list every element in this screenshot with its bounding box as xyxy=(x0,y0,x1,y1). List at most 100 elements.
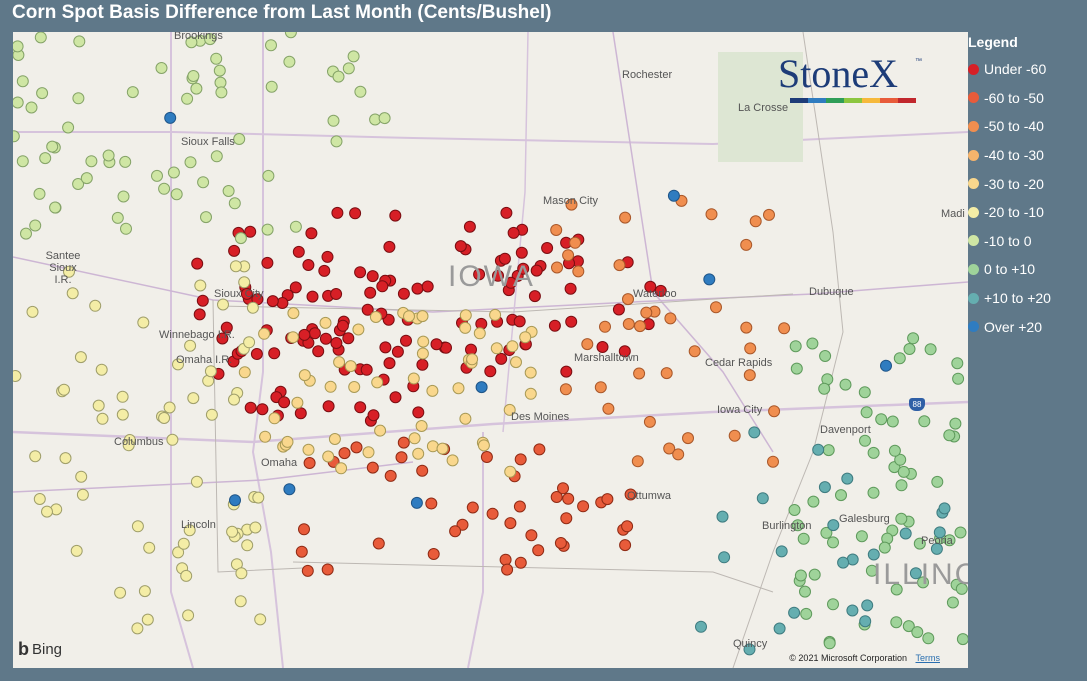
elevator-point[interactable] xyxy=(426,384,439,397)
elevator-point[interactable] xyxy=(621,520,634,533)
legend-item[interactable]: -10 to 0 xyxy=(968,227,1087,256)
elevator-point[interactable] xyxy=(622,293,634,306)
elevator-point[interactable] xyxy=(513,315,526,328)
elevator-point[interactable] xyxy=(324,380,337,393)
elevator-point[interactable] xyxy=(768,405,781,418)
elevator-point[interactable] xyxy=(350,441,363,454)
elevator-point[interactable] xyxy=(861,599,874,612)
elevator-point[interactable] xyxy=(416,464,429,477)
elevator-point[interactable] xyxy=(890,616,903,629)
elevator-point[interactable] xyxy=(514,453,527,466)
elevator-point[interactable] xyxy=(49,201,62,214)
elevator-point[interactable] xyxy=(778,322,791,335)
elevator-point[interactable] xyxy=(312,345,325,358)
elevator-point[interactable] xyxy=(475,381,488,394)
elevator-point[interactable] xyxy=(70,544,83,557)
elevator-point[interactable] xyxy=(364,286,377,299)
elevator-point[interactable] xyxy=(33,187,46,200)
elevator-point[interactable] xyxy=(533,443,546,456)
elevator-point[interactable] xyxy=(395,451,408,464)
legend-item[interactable]: -40 to -30 xyxy=(968,141,1087,170)
elevator-point[interactable] xyxy=(222,185,235,197)
elevator-point[interactable] xyxy=(298,523,310,536)
elevator-point[interactable] xyxy=(775,545,788,558)
elevator-point[interactable] xyxy=(949,417,962,430)
elevator-point[interactable] xyxy=(918,415,931,428)
elevator-point[interactable] xyxy=(265,80,278,93)
elevator-point[interactable] xyxy=(196,294,209,307)
elevator-point[interactable] xyxy=(931,475,944,488)
elevator-point[interactable] xyxy=(330,288,343,300)
elevator-point[interactable] xyxy=(258,327,271,340)
elevator-point[interactable] xyxy=(416,347,429,360)
elevator-point[interactable] xyxy=(860,406,873,419)
elevator-point[interactable] xyxy=(349,207,362,220)
elevator-point[interactable] xyxy=(321,250,334,263)
elevator-point[interactable] xyxy=(302,443,315,456)
elevator-point[interactable] xyxy=(477,439,490,452)
elevator-point[interactable] xyxy=(548,319,561,332)
elevator-point[interactable] xyxy=(190,475,203,488)
elevator-point[interactable] xyxy=(234,232,247,245)
elevator-point[interactable] xyxy=(126,86,139,99)
elevator-point[interactable] xyxy=(473,327,486,340)
elevator-point[interactable] xyxy=(790,362,803,375)
elevator-point[interactable] xyxy=(895,512,908,525)
elevator-point[interactable] xyxy=(287,307,300,320)
elevator-point[interactable] xyxy=(454,240,467,253)
elevator-point[interactable] xyxy=(943,429,956,442)
elevator-point[interactable] xyxy=(716,510,729,523)
elevator-point[interactable] xyxy=(131,520,144,533)
elevator-point[interactable] xyxy=(166,433,179,446)
elevator-point[interactable] xyxy=(158,412,171,424)
elevator-point[interactable] xyxy=(194,279,207,292)
elevator-point[interactable] xyxy=(319,316,332,329)
elevator-point[interactable] xyxy=(213,64,226,77)
elevator-point[interactable] xyxy=(513,500,526,513)
elevator-point[interactable] xyxy=(823,637,836,650)
elevator-point[interactable] xyxy=(187,392,200,405)
elevator-point[interactable] xyxy=(893,352,906,365)
elevator-point[interactable] xyxy=(416,310,429,323)
elevator-point[interactable] xyxy=(837,556,850,569)
elevator-point[interactable] xyxy=(278,396,291,409)
elevator-point[interactable] xyxy=(846,604,859,617)
elevator-point[interactable] xyxy=(705,208,718,221)
elevator-point[interactable] xyxy=(903,343,916,355)
elevator-point[interactable] xyxy=(283,483,296,496)
elevator-point[interactable] xyxy=(411,282,424,295)
elevator-point[interactable] xyxy=(89,299,102,312)
elevator-point[interactable] xyxy=(907,332,920,345)
elevator-point[interactable] xyxy=(26,305,39,318)
elevator-point[interactable] xyxy=(818,481,831,494)
elevator-point[interactable] xyxy=(332,70,345,83)
elevator-point[interactable] xyxy=(484,365,497,378)
elevator-point[interactable] xyxy=(366,461,379,474)
elevator-point[interactable] xyxy=(276,297,289,309)
elevator-point[interactable] xyxy=(524,387,537,400)
elevator-point[interactable] xyxy=(515,246,528,259)
elevator-point[interactable] xyxy=(880,359,892,372)
elevator-point[interactable] xyxy=(72,92,85,105)
elevator-point[interactable] xyxy=(141,613,154,626)
elevator-point[interactable] xyxy=(499,553,512,566)
elevator-point[interactable] xyxy=(289,220,302,233)
elevator-point[interactable] xyxy=(581,338,594,351)
elevator-point[interactable] xyxy=(744,342,757,355)
elevator-point[interactable] xyxy=(389,391,402,404)
elevator-point[interactable] xyxy=(859,434,871,447)
elevator-point[interactable] xyxy=(116,390,129,403)
elevator-point[interactable] xyxy=(164,111,177,124)
elevator-point[interactable] xyxy=(569,236,582,249)
elevator-point[interactable] xyxy=(449,525,462,538)
elevator-point[interactable] xyxy=(372,537,385,550)
elevator-point[interactable] xyxy=(519,331,532,344)
elevator-point[interactable] xyxy=(229,260,242,273)
elevator-point[interactable] xyxy=(612,303,625,316)
elevator-point[interactable] xyxy=(261,256,274,269)
elevator-point[interactable] xyxy=(294,407,307,420)
elevator-point[interactable] xyxy=(348,381,361,393)
elevator-point[interactable] xyxy=(75,470,88,483)
elevator-point[interactable] xyxy=(417,335,430,348)
legend-item[interactable]: -60 to -50 xyxy=(968,84,1087,113)
